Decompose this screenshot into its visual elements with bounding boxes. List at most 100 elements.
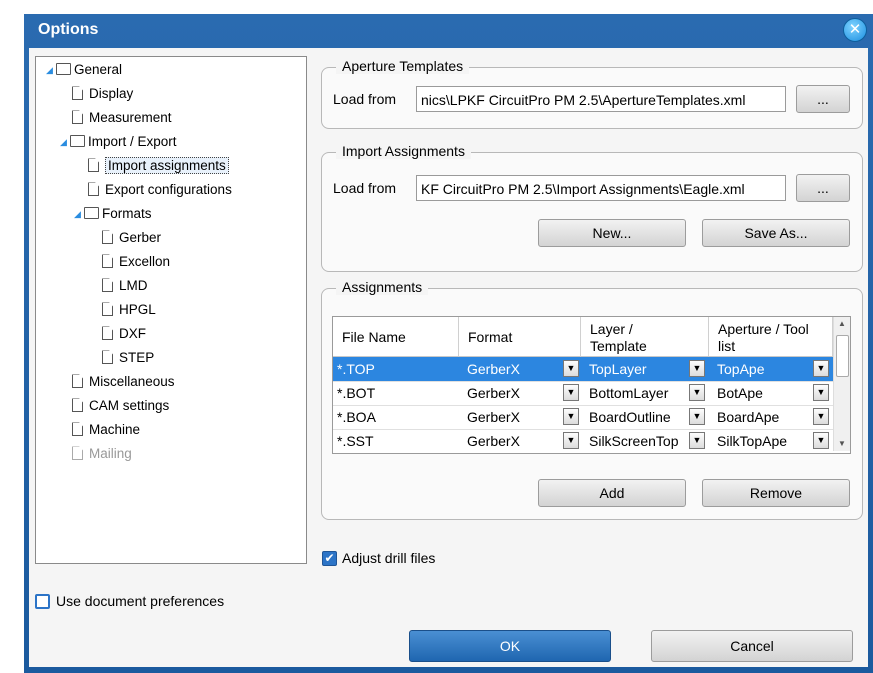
tree-item-import-assignments[interactable]: Import assignments [88, 157, 229, 175]
options-dialog: Options ✕ ◢ General Display Measurement ◢… [24, 14, 873, 673]
page-icon [72, 110, 83, 125]
tree-item-formats[interactable]: ◢ Formats [74, 205, 152, 223]
tree-item-import-export[interactable]: ◢ Import / Export [60, 133, 177, 151]
cell-aperture[interactable]: TopApe [713, 357, 809, 381]
chevron-down-icon[interactable]: ▼ [563, 360, 579, 377]
expand-arrow-icon[interactable]: ◢ [60, 133, 70, 151]
page-icon [72, 86, 83, 101]
cell-file-name: *.SST [337, 433, 374, 449]
save-as-button[interactable]: Save As... [702, 219, 850, 247]
tree-item-dxf[interactable]: DXF [102, 325, 146, 343]
cell-layer[interactable]: BoardOutline [585, 405, 685, 429]
folder-icon [70, 135, 85, 148]
import-assignments-title: Import Assignments [336, 143, 471, 159]
cell-file-name: *.TOP [337, 361, 375, 377]
page-icon [102, 326, 113, 341]
tree-item-display[interactable]: Display [72, 85, 133, 103]
cell-aperture[interactable]: SilkTopApe [713, 429, 809, 453]
page-icon [102, 350, 113, 365]
chevron-down-icon[interactable]: ▼ [563, 408, 579, 425]
dialog-body: ◢ General Display Measurement ◢ Import / E… [29, 48, 868, 667]
table-row[interactable]: *.BOA GerberX ▼ BoardOutline ▼ BoardApe ▼ [333, 405, 833, 430]
chevron-down-icon[interactable]: ▼ [813, 360, 829, 377]
page-icon [72, 446, 83, 461]
aperture-path-field[interactable]: nics\LPKF CircuitPro PM 2.5\ApertureTemp… [416, 86, 786, 112]
table-row[interactable]: *.SST GerberX ▼ SilkScreenTop ▼ SilkTopApe… [333, 429, 833, 453]
page-icon [102, 278, 113, 293]
page-icon [72, 398, 83, 413]
cell-layer[interactable]: SilkScreenTop [585, 429, 685, 453]
aperture-load-from-label: Load from [333, 91, 397, 107]
use-doc-prefs-label: Use document preferences [56, 593, 225, 609]
col-header-layer-template[interactable]: Layer / Template [581, 317, 709, 357]
cell-format[interactable]: GerberX [463, 357, 557, 381]
tree-item-mailing: Mailing [72, 445, 132, 463]
folder-icon [84, 207, 99, 220]
cell-layer[interactable]: TopLayer [585, 357, 685, 381]
page-icon [102, 254, 113, 269]
assignments-table: File Name Format Layer / Template Apertur… [332, 316, 851, 454]
cell-file-name: *.BOA [337, 409, 376, 425]
aperture-browse-button[interactable]: ... [796, 85, 850, 113]
table-scrollbar[interactable]: ▲ ▼ [833, 317, 850, 451]
use-doc-prefs-checkbox[interactable] [35, 594, 50, 609]
import-browse-button[interactable]: ... [796, 174, 850, 202]
cell-aperture[interactable]: BotApe [713, 381, 809, 405]
expand-arrow-icon[interactable]: ◢ [74, 205, 84, 223]
chevron-down-icon[interactable]: ▼ [689, 384, 705, 401]
import-assignments-group: Import Assignments Load from KF CircuitP… [321, 143, 863, 272]
adjust-drill-label: Adjust drill files [342, 550, 436, 566]
aperture-templates-title: Aperture Templates [336, 58, 470, 74]
import-path-field[interactable]: KF CircuitPro PM 2.5\Import Assignments\… [416, 175, 786, 201]
tree-item-excellon[interactable]: Excellon [102, 253, 170, 271]
tree-item-gerber[interactable]: Gerber [102, 229, 161, 247]
tree-item-miscellaneous[interactable]: Miscellaneous [72, 373, 175, 391]
chevron-down-icon[interactable]: ▼ [689, 360, 705, 377]
chevron-down-icon[interactable]: ▼ [689, 432, 705, 449]
cell-format[interactable]: GerberX [463, 381, 557, 405]
tree-item-measurement[interactable]: Measurement [72, 109, 172, 127]
tree-item-general[interactable]: ◢ General [46, 61, 122, 79]
cell-format[interactable]: GerberX [463, 405, 557, 429]
page-icon [88, 182, 99, 197]
adjust-drill-checkbox[interactable]: ✔ [322, 551, 337, 566]
folder-icon [56, 63, 71, 76]
cell-file-name: *.BOT [337, 385, 376, 401]
aperture-templates-group: Aperture Templates Load from nics\LPKF C… [321, 58, 863, 129]
tree-item-machine[interactable]: Machine [72, 421, 140, 439]
col-header-file-name[interactable]: File Name [333, 317, 459, 357]
close-icon: ✕ [848, 21, 862, 38]
chevron-down-icon[interactable]: ▼ [689, 408, 705, 425]
add-button[interactable]: Add [538, 479, 686, 507]
table-row[interactable]: *.BOT GerberX ▼ BottomLayer ▼ BotApe ▼ [333, 381, 833, 406]
cancel-button[interactable]: Cancel [651, 630, 853, 662]
remove-button[interactable]: Remove [702, 479, 850, 507]
cell-layer[interactable]: BottomLayer [585, 381, 685, 405]
tree-item-lmd[interactable]: LMD [102, 277, 148, 295]
tree-item-cam-settings[interactable]: CAM settings [72, 397, 169, 415]
close-button[interactable]: ✕ [843, 18, 867, 42]
table-row[interactable]: *.TOP GerberX ▼ TopLayer ▼ TopApe ▼ [333, 357, 833, 382]
chevron-down-icon[interactable]: ▼ [813, 384, 829, 401]
scroll-down-icon[interactable]: ▼ [834, 437, 850, 451]
chevron-down-icon[interactable]: ▼ [563, 432, 579, 449]
cell-format[interactable]: GerberX [463, 429, 557, 453]
page-icon [72, 374, 83, 389]
title-bar: Options ✕ [24, 14, 873, 48]
chevron-down-icon[interactable]: ▼ [813, 408, 829, 425]
ok-button[interactable]: OK [409, 630, 611, 662]
col-header-format[interactable]: Format [459, 317, 581, 357]
dialog-title: Options [38, 21, 99, 38]
chevron-down-icon[interactable]: ▼ [563, 384, 579, 401]
col-header-aperture-tool-list[interactable]: Aperture / Tool list [709, 317, 833, 357]
tree-item-step[interactable]: STEP [102, 349, 154, 367]
scroll-thumb[interactable] [836, 335, 849, 377]
scroll-up-icon[interactable]: ▲ [834, 317, 850, 331]
tree-item-hpgl[interactable]: HPGL [102, 301, 156, 319]
chevron-down-icon[interactable]: ▼ [813, 432, 829, 449]
cell-aperture[interactable]: BoardApe [713, 405, 809, 429]
tree-item-export-configurations[interactable]: Export configurations [88, 181, 232, 199]
expand-arrow-icon[interactable]: ◢ [46, 61, 56, 79]
page-icon [102, 302, 113, 317]
new-button[interactable]: New... [538, 219, 686, 247]
